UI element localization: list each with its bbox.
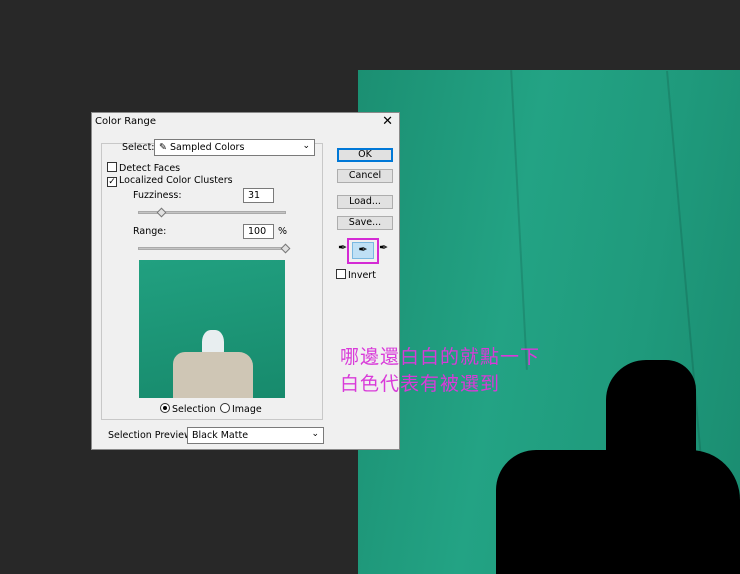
selection-radio[interactable]: Selection (160, 403, 216, 415)
fabric-fold (510, 70, 528, 370)
range-unit: % (278, 226, 288, 237)
select-dropdown[interactable]: ✎ Sampled Colors ⌄ (154, 139, 315, 156)
invert-checkbox[interactable]: Invert (336, 269, 376, 281)
save-button[interactable]: Save... (337, 216, 393, 230)
fuzziness-label: Fuzziness: (133, 190, 182, 201)
eyedropper-icon: ✎ (159, 142, 170, 153)
close-icon[interactable]: ✕ (382, 114, 393, 129)
eyedropper-minus-icon[interactable]: ✒ (379, 241, 388, 254)
preview-value: Black Matte (192, 430, 249, 441)
selection-preview-label: Selection Preview: (108, 430, 195, 441)
range-label: Range: (133, 226, 167, 237)
localized-clusters-checkbox[interactable]: ✓ Localized Color Clusters (107, 175, 233, 187)
dialog-title: Color Range (95, 116, 156, 127)
range-input[interactable]: 100 (243, 224, 274, 239)
annotation-line-2: 白色代表有被選到 (340, 373, 501, 395)
chevron-down-icon: ⌄ (302, 141, 310, 151)
selection-preview-dropdown[interactable]: Black Matte ⌄ (187, 427, 324, 444)
select-label: Select: (122, 142, 155, 153)
fuzziness-input[interactable]: 31 (243, 188, 274, 203)
select-value: Sampled Colors (169, 142, 245, 153)
color-range-dialog: Color Range ✕ Select: ✎ Sampled Colors ⌄ … (91, 112, 400, 450)
subject-silhouette (496, 450, 740, 574)
annotation-line-1: 哪邊還白白的就點一下 (340, 346, 541, 368)
range-slider[interactable] (138, 247, 286, 250)
image-radio[interactable]: Image (220, 403, 262, 415)
load-button[interactable]: Load... (337, 195, 393, 209)
detect-faces-checkbox[interactable]: Detect Faces (107, 162, 180, 174)
ok-button[interactable]: OK (337, 148, 393, 162)
selection-preview-image[interactable] (139, 260, 285, 398)
chevron-down-icon: ⌄ (311, 429, 319, 439)
subject-body (173, 352, 253, 398)
eyedropper-plus-icon[interactable]: ✒ (352, 242, 374, 259)
eyedropper-icon[interactable]: ✒ (338, 241, 347, 254)
cancel-button[interactable]: Cancel (337, 169, 393, 183)
document-canvas[interactable] (358, 70, 740, 574)
